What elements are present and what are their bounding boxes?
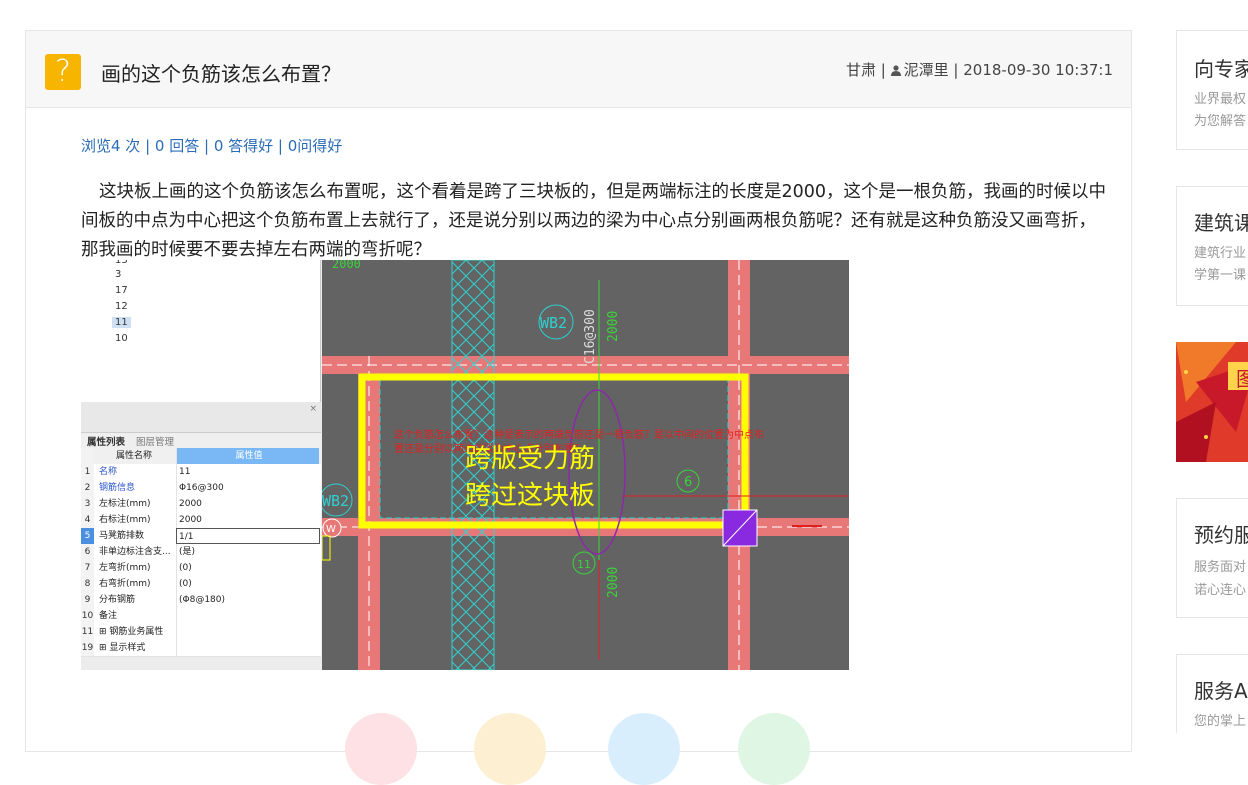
question-card: ? 画的这个负筋该怎么布置？ 甘肃 | 泥潭里 | 2018-09-30 10:… [25, 30, 1132, 752]
table-row[interactable]: 5 马凳筋排数 1/1 [81, 528, 321, 545]
question-body: 这块板上画的这个负筋该怎么布置呢，这个看着是跨了三块板的，但是两端标注的长度是2… [81, 182, 1107, 260]
close-icon: × [309, 404, 317, 414]
question-header: ? 画的这个负筋该怎么布置？ 甘肃 | 泥潭里 | 2018-09-30 10:… [26, 31, 1131, 108]
answers-count[interactable]: 0 回答 [155, 137, 199, 155]
like-icon[interactable] [345, 713, 417, 785]
cad-annotation-line2: 跨过这块板 [465, 481, 595, 511]
layer-list-panel: 13 3 17 12 11 10 [81, 260, 321, 402]
views-count: 浏览4 次 [81, 137, 141, 155]
cad-annotation-line1: 跨版受力筋 [465, 444, 595, 474]
cad-corner-text: 2000 [332, 260, 361, 271]
question-stats: 浏览4 次 | 0 回答 | 0 答得好 | 0问得好 [81, 137, 343, 155]
property-tabs: 属性列表 图层管理 [81, 432, 321, 449]
table-row[interactable]: 6 非单边标注含支... (是) [81, 544, 321, 561]
sidebar-box-expert[interactable]: 向专家 业界最权 为您解答 [1176, 30, 1248, 150]
cad-circle-6: 6 [684, 475, 692, 490]
share-icon[interactable] [608, 713, 680, 785]
meta-sep: | [880, 61, 886, 79]
table-row[interactable]: 7 左弯折(mm) (0) [81, 560, 321, 577]
cad-label-wb2-top: WB2 [540, 314, 567, 332]
cad-rebar-text: C16@300 [583, 309, 598, 364]
sidebar-box-course[interactable]: 建筑课 建筑行业 学第一课 [1176, 186, 1248, 306]
action-icons [318, 713, 818, 785]
tab-layers: 图层管理 [136, 437, 175, 448]
sidebar-banner[interactable]: 图 [1176, 342, 1248, 462]
sidebar: 向专家 业界最权 为您解答 建筑课 建筑行业 学第一课 图 预约服 服务面对 诺… [1176, 0, 1248, 733]
cad-red-note-1: 这个负筋怎么布置？这种是表示的两端负筋还是一根负筋？是以中间的位置为中点布 [394, 428, 764, 441]
table-row[interactable]: 1 名称 11 [81, 464, 321, 481]
tab-properties: 属性列表 [87, 437, 126, 448]
table-row[interactable]: 3 左标注(mm) 2000 [81, 496, 321, 513]
sidebar-box-app[interactable]: 服务A 您的掌上 [1176, 654, 1248, 733]
layer-item: 10 [115, 333, 128, 344]
user-icon [890, 65, 901, 76]
star-icon[interactable] [474, 713, 546, 785]
cad-canvas: WB2 WB2 W 6 11 C16@300 2000 2000 2000 这个… [322, 260, 849, 670]
table-row[interactable]: 19 ⊞ 显示样式 [81, 640, 321, 657]
question-meta: 甘肃 | 泥潭里 | 2018-09-30 10:37:1 [846, 59, 1113, 80]
table-header: 属性名称 属性值 [81, 448, 321, 465]
table-row[interactable]: 8 右弯折(mm) (0) [81, 576, 321, 593]
report-icon[interactable] [738, 713, 810, 785]
table-row[interactable]: 11 ⊞ 钢筋业务属性 [81, 624, 321, 641]
question-image[interactable]: 13 3 17 12 11 10 × 属性列表 图层管理 属性名称 属性值 1名… [81, 260, 849, 670]
table-row[interactable]: 4 右标注(mm) 2000 [81, 512, 321, 529]
layer-item: 13 [115, 260, 128, 266]
cad-dim-bottom: 2000 [606, 567, 621, 598]
sidebar-box-appointment[interactable]: 预约服 服务面对 诺心连心 [1176, 498, 1248, 618]
question-mark-icon: ? [45, 54, 81, 90]
layer-item: 3 [115, 269, 122, 280]
meta-sep: | [953, 61, 959, 79]
table-row[interactable]: 9 分布钢筋 (Φ8@180) [81, 592, 321, 609]
cad-dim-top: 2000 [606, 311, 621, 342]
panel-divider: × [81, 402, 321, 432]
layer-item-selected: 11 [112, 317, 131, 328]
layer-item: 12 [115, 301, 128, 312]
banner-text: 图 [1236, 367, 1248, 391]
cad-w-marker: W [326, 524, 336, 535]
post-datetime: 2018-09-30 10:37:1 [963, 61, 1113, 79]
cad-label-wb2-left: WB2 [322, 492, 349, 510]
good-questions-count[interactable]: 0问得好 [288, 137, 343, 155]
cad-drawing: WB2 WB2 W 6 11 C16@300 2000 2000 2000 这个… [322, 260, 849, 670]
question-title: 画的这个负筋该怎么布置？ [101, 62, 341, 86]
author-link[interactable]: 泥潭里 [904, 61, 949, 79]
cad-circle-11: 11 [577, 558, 591, 571]
table-row[interactable]: 2 钢筋信息 Φ16@300 [81, 480, 321, 497]
location-link[interactable]: 甘肃 [846, 61, 876, 79]
layer-item: 17 [115, 285, 128, 296]
table-row[interactable]: 10 备注 [81, 608, 321, 625]
good-answers-count[interactable]: 0 答得好 [214, 137, 273, 155]
